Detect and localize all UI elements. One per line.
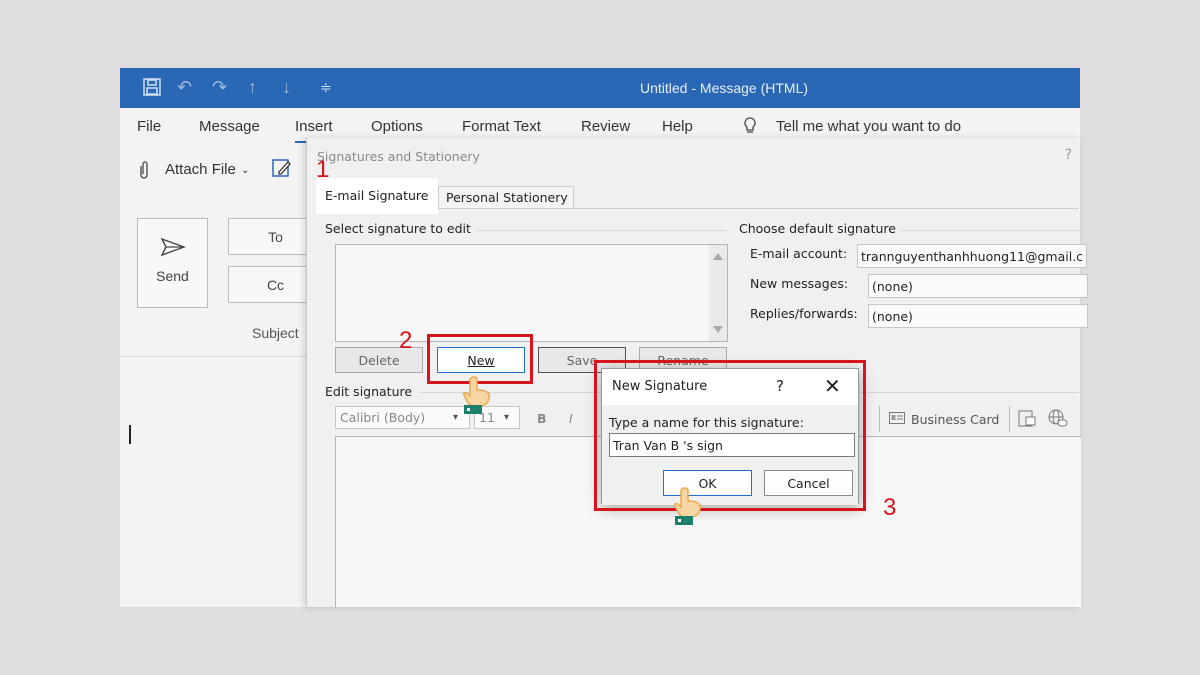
bold-button[interactable]: B — [537, 411, 547, 426]
business-card-icon — [889, 412, 905, 427]
step-1-label: 1 — [316, 156, 330, 183]
title-bar: ↶ ↷ ↑ ↓ ≑ Untitled - Message (HTML) — [120, 68, 1080, 108]
business-card-button[interactable]: Business Card — [911, 412, 999, 427]
paperclip-icon — [137, 160, 151, 184]
send-label: Send — [156, 268, 189, 284]
redo-icon[interactable]: ↷ — [212, 77, 227, 98]
menu-options[interactable]: Options — [371, 118, 423, 135]
scroll-down-icon[interactable] — [713, 326, 723, 333]
pointing-hand-icon — [462, 375, 496, 414]
email-account-select[interactable]: trannguyenthanhhuong11@gmail.c — [857, 244, 1087, 268]
window-title: Untitled - Message (HTML) — [640, 80, 809, 96]
replies-forwards-select[interactable]: (none) — [868, 304, 1088, 328]
choose-default-label: Choose default signature — [739, 221, 896, 236]
help-icon[interactable]: ? — [776, 377, 784, 395]
size-dropdown-icon[interactable]: ▾ — [504, 412, 509, 423]
menu-format-text[interactable]: Format Text — [462, 118, 541, 135]
menu-message[interactable]: Message — [199, 118, 260, 135]
tab-underline — [438, 208, 1078, 209]
divider — [1009, 406, 1010, 432]
text-cursor — [129, 425, 131, 444]
tab-personal-label: Personal Stationery — [446, 190, 568, 205]
up-arrow-icon[interactable]: ↑ — [248, 77, 257, 98]
divider — [879, 406, 880, 432]
lightbulb-icon — [742, 116, 758, 140]
menu-help[interactable]: Help — [662, 118, 693, 135]
dialog-title: Signatures and Stationery — [317, 149, 480, 164]
scroll-up-icon[interactable] — [713, 253, 723, 260]
group-line — [477, 230, 727, 231]
replies-forwards-label: Replies/forwards: — [750, 306, 858, 321]
pointing-hand-icon — [673, 486, 707, 525]
save-icon[interactable] — [142, 77, 162, 102]
close-icon[interactable]: ✕ — [824, 374, 841, 398]
new-button[interactable]: New — [437, 347, 525, 373]
help-icon[interactable]: ? — [1065, 147, 1072, 163]
hyperlink-icon[interactable] — [1047, 408, 1069, 431]
new-messages-label: New messages: — [750, 276, 849, 291]
new-signature-title: New Signature — [612, 379, 708, 394]
down-arrow-icon[interactable]: ↓ — [282, 77, 291, 98]
chevron-down-icon[interactable]: ⌄ — [241, 165, 249, 176]
subject-label: Subject — [252, 325, 299, 341]
undo-icon[interactable]: ↶ — [177, 77, 192, 98]
cancel-button[interactable]: Cancel — [764, 470, 853, 496]
menu-file[interactable]: File — [137, 118, 161, 135]
group-line — [901, 230, 1081, 231]
signature-name-input[interactable] — [609, 433, 855, 457]
new-messages-select[interactable]: (none) — [868, 274, 1088, 298]
signature-list[interactable] — [335, 244, 728, 342]
tell-me-search[interactable]: Tell me what you want to do — [776, 118, 961, 135]
select-signature-label: Select signature to edit — [325, 221, 471, 236]
step-3-label: 3 — [883, 494, 897, 521]
email-account-label: E-mail account: — [750, 246, 848, 261]
customize-qat-icon[interactable]: ≑ — [320, 79, 332, 96]
attach-file-button[interactable]: Attach File — [165, 161, 236, 178]
tab-email-signature[interactable]: E-mail Signature — [316, 178, 438, 214]
font-value: Calibri (Body) — [340, 410, 426, 425]
send-button[interactable]: Send — [137, 218, 208, 308]
italic-button[interactable]: I — [569, 411, 573, 426]
step-2-label: 2 — [399, 327, 413, 354]
tab-email-label: E-mail Signature — [325, 188, 429, 203]
font-select[interactable]: Calibri (Body) — [335, 406, 470, 429]
edit-signature-label: Edit signature — [325, 384, 413, 399]
tab-personal-stationery[interactable]: Personal Stationery — [438, 186, 574, 208]
signature-icon[interactable] — [271, 157, 293, 183]
divider — [120, 356, 306, 357]
menu-review[interactable]: Review — [581, 118, 630, 135]
new-button-label: New — [467, 353, 495, 368]
font-dropdown-icon[interactable]: ▾ — [453, 412, 458, 423]
new-signature-dialog: New Signature ? ✕ Type a name for this s… — [601, 368, 859, 505]
scrollbar[interactable] — [709, 245, 727, 341]
signature-name-prompt: Type a name for this signature: — [609, 415, 804, 430]
picture-icon[interactable] — [1017, 408, 1037, 431]
